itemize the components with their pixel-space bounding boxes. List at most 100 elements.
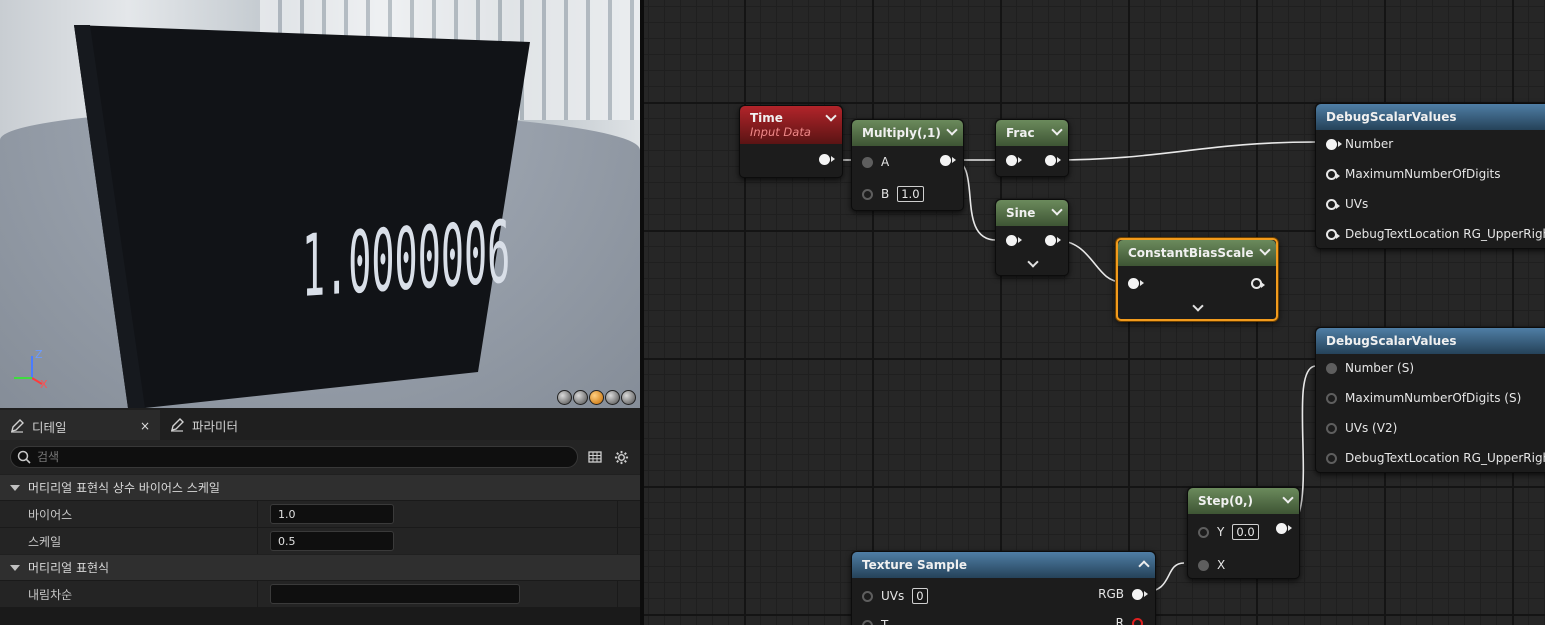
sphere-preview-icon[interactable] [573,390,588,405]
pin-label: A [881,155,890,169]
node-title: Sine [1006,206,1036,220]
output-pin[interactable] [1276,523,1292,534]
table-view-icon[interactable] [586,448,604,466]
bias-field[interactable] [270,504,394,524]
input-pin-uvs[interactable] [862,590,873,602]
output-pin-rgb[interactable] [1132,588,1148,600]
input-pin-x[interactable] [1198,559,1209,571]
input-pin[interactable] [1006,155,1022,166]
node-header: Step(0,) [1188,488,1299,514]
material-preview-viewport[interactable]: 1.0000006 Z X [0,0,640,408]
chevron-down-icon[interactable] [1051,124,1063,136]
node-header: Frac [996,120,1068,146]
tab-details-label: 디테일 [32,419,67,435]
node-debug-scalar-values-2[interactable]: DebugScalarValues Number (S) MaximumNumb… [1315,327,1545,473]
scale-field[interactable] [270,531,394,551]
details-panel: 디테일 × 파라미터 머티리얼 표현식 상수 바이어스 스케일 바이어스 스케일 [0,408,640,625]
plane-preview-icon[interactable] [589,390,604,405]
node-sine[interactable]: Sine [995,199,1069,276]
node-frac[interactable]: Frac [995,119,1069,177]
node-title: Step(0,) [1198,494,1253,508]
input-pin-tex[interactable] [862,619,873,625]
axis-x-label: X [40,378,48,391]
output-pin[interactable] [1045,155,1061,166]
input-pin-max-digits[interactable] [1326,392,1337,404]
collapse-arrow-icon [10,484,20,491]
pin-label: Y [1217,525,1225,539]
cylinder-preview-icon[interactable] [557,390,572,405]
node-title: Frac [1006,126,1035,140]
input-pin-a[interactable] [862,156,873,168]
input-pin[interactable] [1128,278,1144,289]
expand-chevron-icon[interactable] [1192,300,1204,312]
uvs-value-field[interactable]: 0 [912,588,928,604]
input-pin-number[interactable] [1326,362,1337,374]
pin-label: UVs (V2) [1345,421,1398,435]
node-time[interactable]: Time Input Data [739,105,843,178]
section-constant-bias-scale[interactable]: 머티리얼 표현식 상수 바이어스 스케일 [0,474,640,500]
gear-icon[interactable] [612,448,630,466]
node-debug-scalar-values-1[interactable]: DebugScalarValues Number MaximumNumberOf… [1315,103,1545,249]
b-value-field[interactable]: 1.0 [897,186,924,202]
input-pin-number[interactable] [1326,138,1342,150]
node-title: Time [750,111,783,125]
chevron-down-icon[interactable] [1259,244,1271,256]
property-row-scale: 스케일 [0,527,640,554]
input-pin-b[interactable] [862,188,873,200]
node-header: Multiply(,1) [852,120,963,146]
pin-label: UVs [881,589,905,603]
output-pin[interactable] [1045,235,1061,246]
node-header: Time Input Data [740,106,842,144]
chevron-down-icon[interactable] [1051,204,1063,216]
pin-label: R [1115,616,1124,625]
output-pin[interactable] [1251,278,1265,289]
axis-z-label: Z [35,348,43,361]
section-material-expression[interactable]: 머티리얼 표현식 [0,554,640,580]
node-texture-sample[interactable]: Texture Sample UVs 0 RGB T R [851,551,1156,625]
input-pin[interactable] [1006,235,1022,246]
input-pin-uvs[interactable] [1326,422,1337,434]
node-header: Texture Sample [852,552,1155,578]
cube-preview-icon[interactable] [605,390,620,405]
collapse-arrow-icon [10,564,20,571]
desc-field[interactable] [270,584,520,604]
pin-label: RGB [1098,587,1124,601]
input-pin-text-location[interactable] [1326,228,1340,240]
preview-shape-toolbar [557,390,636,405]
y-value-field[interactable]: 0.0 [1232,524,1259,540]
close-tab-icon[interactable]: × [140,419,150,433]
section-title: 머티리얼 표현식 [28,561,110,575]
chevron-down-icon[interactable] [825,110,837,122]
node-multiply[interactable]: Multiply(,1) A B 1.0 [851,119,964,211]
input-pin-text-location[interactable] [1326,452,1337,464]
input-pin-max-digits[interactable] [1326,168,1340,180]
chevron-down-icon[interactable] [1282,492,1294,504]
debug-value-text: 1.0000006 [302,201,510,316]
chevron-down-icon[interactable] [946,124,958,136]
input-pin-uvs[interactable] [1326,198,1340,210]
node-constant-bias-scale[interactable]: ConstantBiasScale [1116,238,1278,321]
search-box[interactable] [10,446,579,468]
node-title: Texture Sample [862,558,968,572]
property-row-bias: 바이어스 [0,500,640,527]
search-input[interactable] [37,450,537,464]
output-pin-r[interactable] [1132,617,1143,625]
output-pin[interactable] [940,155,956,166]
custom-mesh-preview-icon[interactable] [621,390,636,405]
node-step[interactable]: Step(0,) Y 0.0 X [1187,487,1300,579]
node-header: DebugScalarValues [1316,328,1545,354]
preview-mesh: 1.0000006 [74,25,530,408]
pin-label: T [881,618,889,625]
material-graph-canvas[interactable]: Time Input Data Multiply(,1) A B 1.0 Fra… [640,0,1545,625]
node-header: ConstantBiasScale [1118,240,1276,266]
tab-parameters[interactable]: 파라미터 [160,410,248,440]
property-label: 바이어스 [0,501,258,527]
details-tabbar: 디테일 × 파라미터 [0,408,640,440]
tab-details[interactable]: 디테일 × [0,410,160,440]
input-pin-y[interactable] [1198,526,1209,538]
chevron-up-icon[interactable] [1138,560,1150,572]
output-pin[interactable] [819,154,835,165]
expand-chevron-icon[interactable] [1027,256,1039,268]
pin-label: Number [1345,137,1394,151]
pin-label: DebugTextLocation RG_UpperRight BA [1345,451,1545,465]
